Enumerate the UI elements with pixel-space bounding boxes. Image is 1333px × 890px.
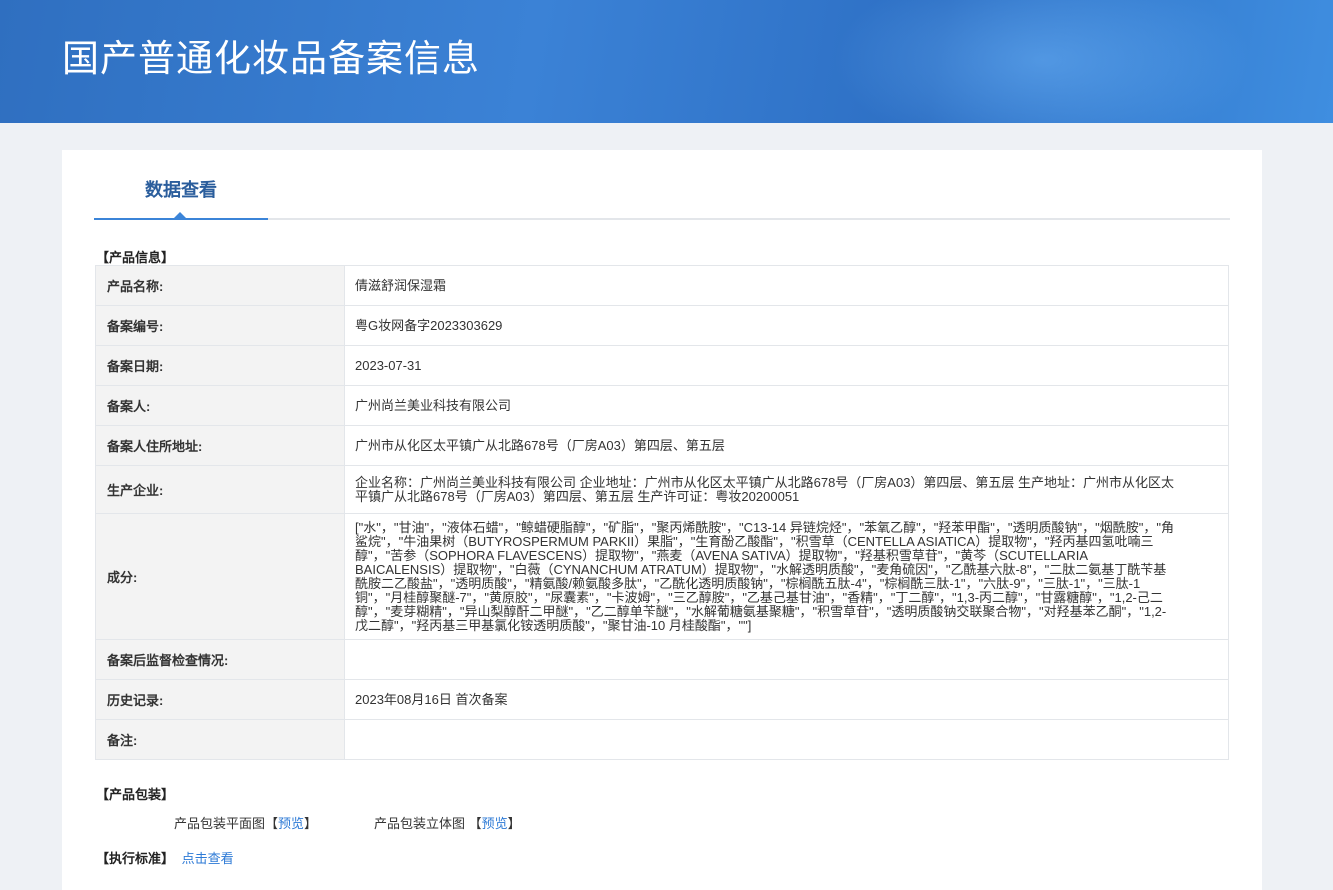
solid-package-item: 产品包装立体图 【预览】 xyxy=(374,816,521,831)
manufacturer-value: 企业名称：广州尚兰美业科技有限公司 企业地址：广州市从化区太平镇广从北路678号… xyxy=(344,465,1229,514)
table-row: 成分: ["水"，"甘油"，"液体石蜡"，"鲸蜡硬脂醇"，"矿脂"，"聚丙烯酰胺"… xyxy=(95,513,1229,640)
row-label: 历史记录: xyxy=(95,679,345,720)
row-label: 备案人住所地址: xyxy=(95,425,345,466)
remarks-value xyxy=(344,719,1229,760)
row-label: 成分: xyxy=(95,513,345,640)
table-row: 备案日期: 2023-07-31 xyxy=(95,345,1229,386)
ingredients-value: ["水"，"甘油"，"液体石蜡"，"鲸蜡硬脂醇"，"矿脂"，"聚丙烯酰胺"，"C… xyxy=(344,513,1229,640)
table-row: 产品名称: 倩滋舒润保湿霜 xyxy=(95,265,1229,306)
flat-package-preview-link[interactable]: 预览 xyxy=(278,816,304,831)
row-label: 备案后监督检查情况: xyxy=(95,639,345,680)
row-label: 备注: xyxy=(95,719,345,760)
row-label: 产品名称: xyxy=(95,265,345,306)
row-label: 备案人: xyxy=(95,385,345,426)
row-label: 备案编号: xyxy=(95,305,345,346)
table-row: 备案人: 广州尚兰美业科技有限公司 xyxy=(95,385,1229,426)
tab-data-view[interactable]: 数据查看 xyxy=(94,150,268,220)
table-row: 备案后监督检查情况: xyxy=(95,639,1229,680)
flat-package-label: 产品包装平面图 xyxy=(174,816,266,831)
page-title: 国产普通化妆品备案信息 xyxy=(62,38,480,79)
page-header: 国产普通化妆品备案信息 xyxy=(0,0,1333,123)
table-row: 生产企业: 企业名称：广州尚兰美业科技有限公司 企业地址：广州市从化区太平镇广从北… xyxy=(95,465,1229,514)
product-info-table: 产品名称: 倩滋舒润保湿霜 备案编号: 粤G妆网备字2023303629 备案日期:… xyxy=(95,265,1229,760)
flat-package-item: 产品包装平面图【预览】 xyxy=(174,816,318,831)
row-label: 备案日期: xyxy=(95,345,345,386)
row-label: 生产企业: xyxy=(95,465,345,514)
table-row: 备案编号: 粤G妆网备字2023303629 xyxy=(95,305,1229,346)
table-row: 备案人住所地址: 广州市从化区太平镇广从北路678号（厂房A03）第四层、第五层 xyxy=(95,425,1229,466)
packaging-heading: 【产品包装】 xyxy=(96,787,175,802)
standard-heading: 【执行标准】 xyxy=(96,851,175,866)
product-name-value: 倩滋舒润保湿霜 xyxy=(344,265,1229,306)
table-row: 备注: xyxy=(95,719,1229,760)
table-row: 历史记录: 2023年08月16日 首次备案 xyxy=(95,679,1229,720)
history-value: 2023年08月16日 首次备案 xyxy=(344,679,1229,720)
registrant-address-value: 广州市从化区太平镇广从北路678号（厂房A03）第四层、第五层 xyxy=(344,425,1229,466)
view-standard-link[interactable]: 点击查看 xyxy=(182,851,234,866)
solid-package-label: 产品包装立体图 xyxy=(374,816,466,831)
registrant-value: 广州尚兰美业科技有限公司 xyxy=(344,385,1229,426)
inspection-value xyxy=(344,639,1229,680)
registration-number-value: 粤G妆网备字2023303629 xyxy=(344,305,1229,346)
product-info-heading: 【产品信息】 xyxy=(96,250,175,265)
header-decoration xyxy=(833,0,1253,123)
content-card: 数据查看 【产品信息】 产品名称: 倩滋舒润保湿霜 备案编号: 粤G妆网备字2023… xyxy=(62,150,1262,890)
standard-section: 【执行标准】 点击查看 xyxy=(96,848,234,867)
solid-package-preview-link[interactable]: 预览 xyxy=(482,816,508,831)
registration-date-value: 2023-07-31 xyxy=(344,345,1229,386)
tab-bar: 数据查看 xyxy=(94,150,1230,220)
